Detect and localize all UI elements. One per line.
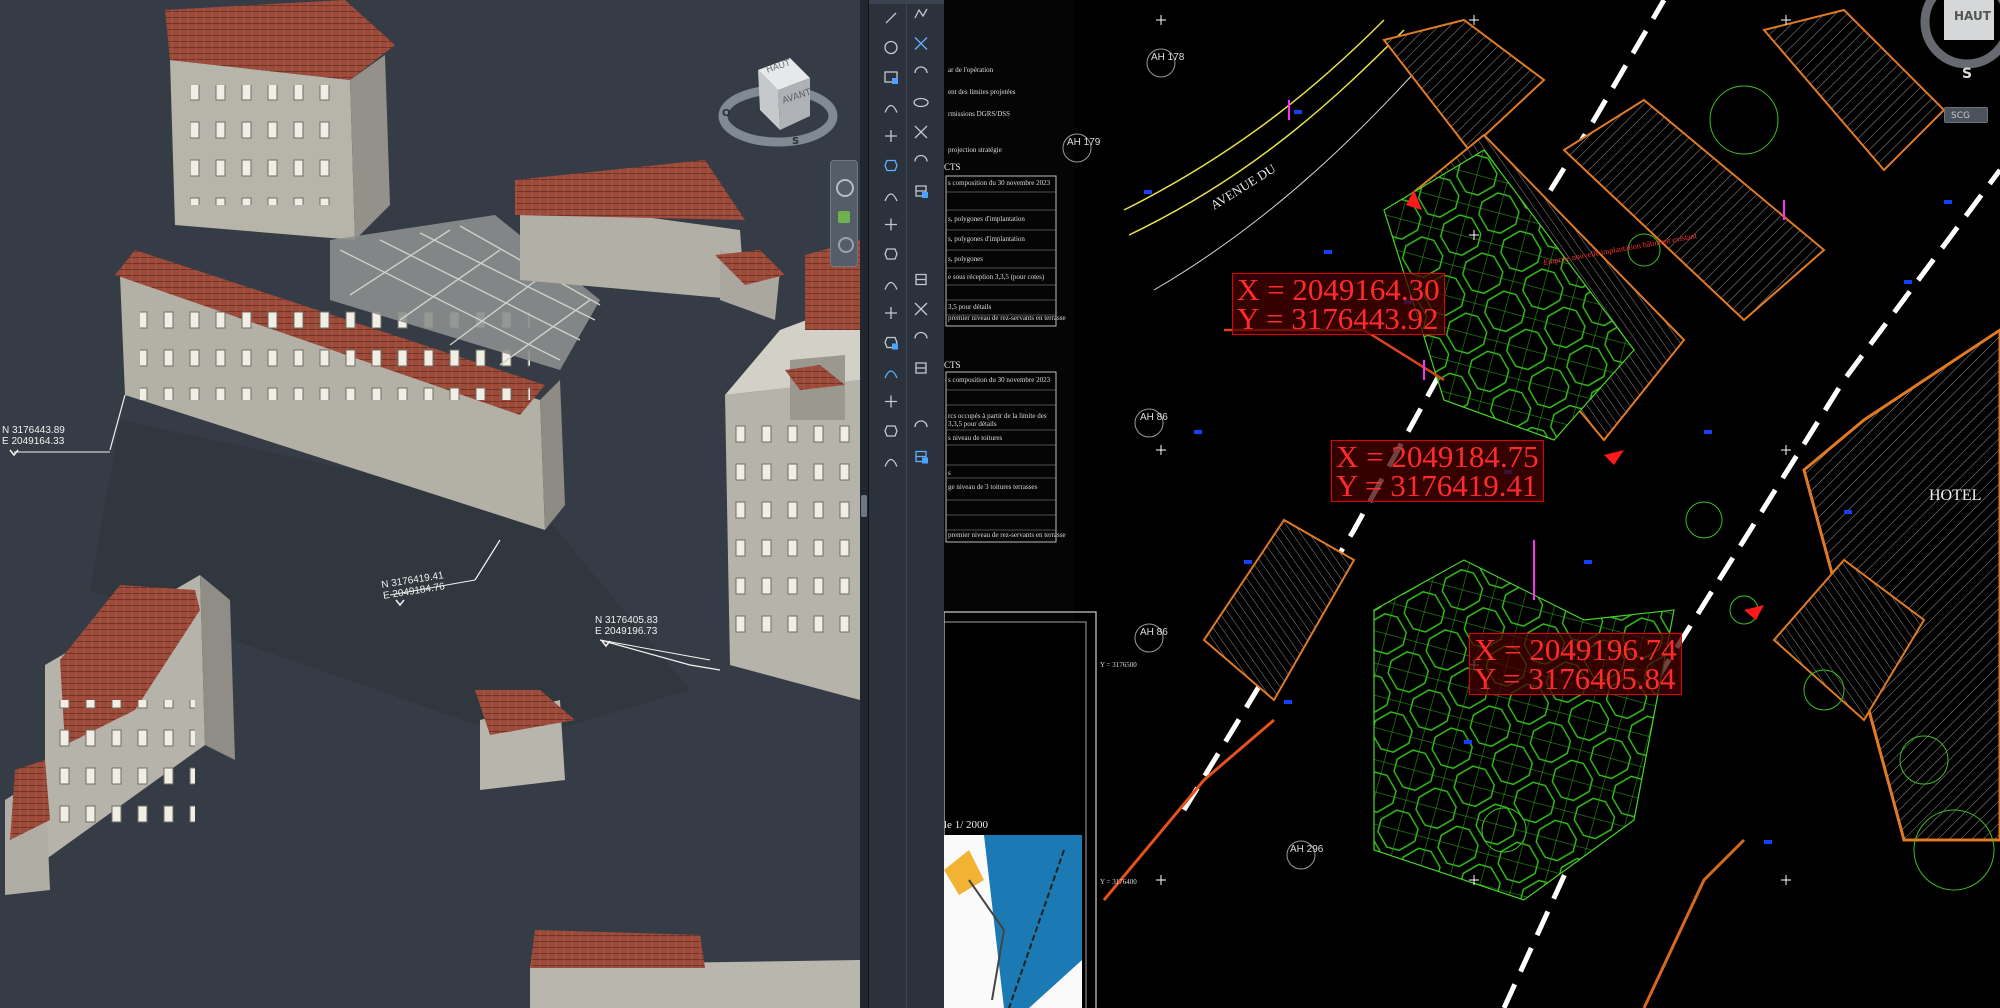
ucs-dropdown[interactable]: SCG <box>1944 107 1988 123</box>
trim-icon[interactable] <box>884 336 898 350</box>
legend-row-1-9: premier niveau de rez-servants en terras… <box>948 314 1066 322</box>
parcel-label-2: AH 179 <box>1067 137 1101 148</box>
marker-3-n: N 3176405.83 <box>595 615 658 626</box>
red-note: Emprise nouvelle implantation bâtiment e… <box>1543 231 1698 267</box>
coordinate-box-2: X = 2049184.75 Y = 3176419.41 <box>1331 440 1544 502</box>
extend-icon[interactable] <box>914 331 928 339</box>
circle-icon[interactable] <box>884 40 898 55</box>
table-icon[interactable] <box>915 185 928 198</box>
viewcube-3d[interactable]: HAUT AVANT O S <box>718 48 838 158</box>
dimension-icon[interactable] <box>884 248 898 260</box>
viewcube-2d-top[interactable]: HAUT <box>1954 9 1991 23</box>
legend-row-2-3: s niveau de toitures <box>948 434 1003 442</box>
legend-row-1-4: s, polygones d'implantation <box>948 235 1025 243</box>
ellipse-icon[interactable] <box>913 97 929 108</box>
parcel-label-4: AH 86 <box>1140 627 1168 638</box>
viewport-3d[interactable]: N 3176443.89 E 2049164.33 N 3176419.41 E… <box>0 0 860 1008</box>
hotel-label: HOTEL <box>1929 487 1981 504</box>
viewcube-2d-s: S <box>1962 66 1973 82</box>
plan-text-layer: AH 178 AH 179 AH 86 AH 86 AH 296 AVENUE … <box>944 52 1981 886</box>
fillet-icon[interactable] <box>884 370 898 379</box>
block-icon[interactable] <box>884 159 898 172</box>
legend-row-2-5: s <box>948 469 951 477</box>
toolbar-column-divider <box>906 0 907 1008</box>
splitter-grip[interactable] <box>861 495 867 517</box>
pan-icon[interactable] <box>838 211 850 223</box>
offset-icon[interactable] <box>884 425 898 437</box>
coordinate-box-3: X = 2049196.74 Y = 3176405.84 <box>1469 633 1682 695</box>
grid-label-2: Y = 3176400 <box>1100 878 1137 886</box>
legend-header-2: CTS <box>944 360 961 370</box>
rectangle-icon[interactable] <box>884 71 898 84</box>
marker-3: N 3176405.83 E 2049196.73 <box>595 615 658 637</box>
legend-row-2-6: ge niveau de 3 toitures terrasses <box>948 483 1038 491</box>
rotate-icon[interactable] <box>915 273 927 286</box>
tool-palette <box>868 0 945 1008</box>
point-icon[interactable] <box>914 154 928 162</box>
legend-row-2-2: rcs occupés à partir de la limite des 3,… <box>948 412 1047 428</box>
parcel-label-3: AH 86 <box>1140 412 1168 423</box>
layer-icon[interactable] <box>884 458 898 467</box>
coord-1-x: X = 2049164.30 <box>1237 272 1440 307</box>
marker-1-e: E 2049164.33 <box>2 436 65 447</box>
region-icon[interactable] <box>884 193 898 202</box>
legend-row-1-8: 3,5 pour détails <box>948 303 992 311</box>
ucs-label[interactable]: SCG <box>1951 111 1970 121</box>
legend-top-2: ent des limites projetées <box>948 88 1016 96</box>
text-icon[interactable] <box>885 218 897 231</box>
legend-row-2-9: premier niveau de rez-servants en terras… <box>948 531 1066 539</box>
viewcube-2d[interactable]: HAUT S <box>1874 0 2000 90</box>
coord-2-y: Y = 3176419.41 <box>1336 468 1538 503</box>
properties-icon[interactable] <box>915 450 928 464</box>
legend-row-1-6: e sous réception 3,3,5 (pour cotes) <box>948 273 1045 281</box>
legend-top-1: ar de l'opération <box>948 66 994 74</box>
marker-1: N 3176443.89 E 2049164.33 <box>2 425 65 447</box>
parcel-label-1: AH 178 <box>1151 52 1185 63</box>
orbit-icon[interactable] <box>838 237 854 253</box>
coord-2-x: X = 2049184.75 <box>1336 439 1539 474</box>
legend-row-1-0: s composition du 30 novembre 2023 <box>948 179 1051 187</box>
street-label: AVENUE DU <box>1208 160 1279 212</box>
polyline-icon[interactable] <box>914 8 928 19</box>
legend-top-3: rmissions DGRS/DSS <box>948 110 1011 118</box>
compass-s-label: S <box>792 136 800 147</box>
navigation-bar[interactable] <box>830 160 858 267</box>
coordinate-box-1: X = 2049164.30 Y = 3176443.92 <box>1232 273 1445 335</box>
marker-3-e: E 2049196.73 <box>595 626 658 637</box>
polygon-icon[interactable] <box>914 66 928 74</box>
scale-label: le 1/ 2000 <box>944 819 988 831</box>
legend-header-1: CTS <box>944 162 961 172</box>
explode-icon[interactable] <box>914 420 928 428</box>
scale-icon[interactable] <box>885 307 897 319</box>
coord-1-y: Y = 3176443.92 <box>1237 301 1439 336</box>
copy-icon[interactable] <box>884 281 898 290</box>
legend-top-4: projection stratégie <box>948 146 1002 154</box>
plan-viewport-2d[interactable]: AH 178 AH 179 AH 86 AH 86 AH 296 AVENUE … <box>944 0 2000 1008</box>
stretch-icon[interactable] <box>914 302 928 316</box>
legend-row-2-0: s composition du 30 novembre 2023 <box>948 376 1051 384</box>
coord-3-y: Y = 3176405.84 <box>1474 661 1676 696</box>
line-icon[interactable] <box>885 12 897 24</box>
array-icon[interactable] <box>885 395 897 408</box>
hatch-icon[interactable] <box>885 130 897 142</box>
viewport-splitter[interactable] <box>860 0 868 1008</box>
arc-icon[interactable] <box>914 37 928 50</box>
coord-3-x: X = 2049196.74 <box>1474 632 1677 667</box>
compass-o-label: O <box>722 108 731 119</box>
spline-icon[interactable] <box>884 104 898 113</box>
parcel-label-5: AH 296 <box>1290 844 1324 855</box>
gradient-icon[interactable] <box>914 125 928 139</box>
steering-wheel-icon[interactable] <box>836 179 854 197</box>
legend-row-1-5: s, polygones <box>948 255 983 263</box>
toolbar-header <box>869 0 944 4</box>
marker-1-n: N 3176443.89 <box>2 425 65 436</box>
legend-row-1-2: s, polygones d'implantation <box>948 215 1025 223</box>
chamfer-icon[interactable] <box>915 362 927 374</box>
grid-label-1: Y = 3176500 <box>1100 661 1137 669</box>
